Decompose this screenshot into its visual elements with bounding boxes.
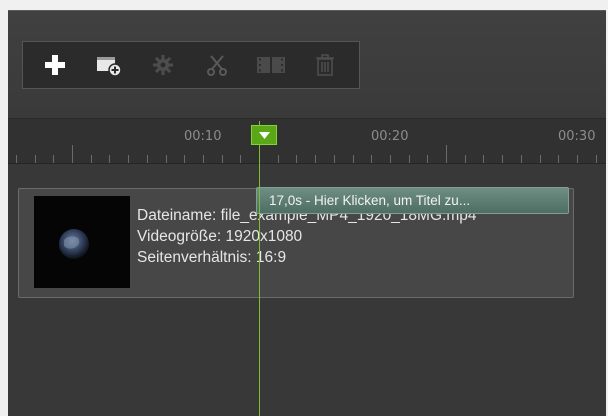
ruler-label: 00:20 (371, 129, 409, 144)
cut-icon (207, 55, 227, 76)
ruler-ticks (16, 145, 597, 163)
playhead-line (259, 121, 260, 416)
add-button[interactable] (29, 45, 81, 85)
film-icon (257, 57, 285, 73)
trash-icon (316, 54, 334, 76)
ruler-label: 00:10 (184, 129, 222, 144)
title-clip[interactable]: 17,0s - Hier Klicken, um Titel zu... (256, 187, 569, 214)
video-editor: 00:10 00:20 00:30 Dateiname: file_exampl… (8, 10, 606, 416)
earth-icon (59, 229, 89, 259)
ruler-label: 00:30 (558, 129, 596, 144)
toolbar-area (8, 11, 606, 119)
clip-video-size: Videogröße: 1920x1080 (137, 228, 303, 245)
add-media-button[interactable] (83, 45, 135, 85)
film-button[interactable] (245, 45, 297, 85)
cut-button[interactable] (191, 45, 243, 85)
clip-info: Dateiname: file_example_MP4_1920_18MG.mp… (137, 205, 476, 268)
clip-thumbnail (34, 196, 130, 288)
settings-icon (153, 55, 173, 75)
toolbar (22, 41, 360, 89)
settings-button[interactable] (137, 45, 189, 85)
add-media-icon (97, 57, 122, 77)
clip-aspect-ratio: Seitenverhältnis: 16:9 (137, 249, 287, 266)
playhead-handle[interactable] (251, 125, 277, 145)
delete-button[interactable] (299, 45, 351, 85)
timeline-ruler[interactable]: 00:10 00:20 00:30 (8, 119, 606, 164)
add-icon (45, 55, 65, 75)
chevron-down-icon (259, 132, 270, 139)
